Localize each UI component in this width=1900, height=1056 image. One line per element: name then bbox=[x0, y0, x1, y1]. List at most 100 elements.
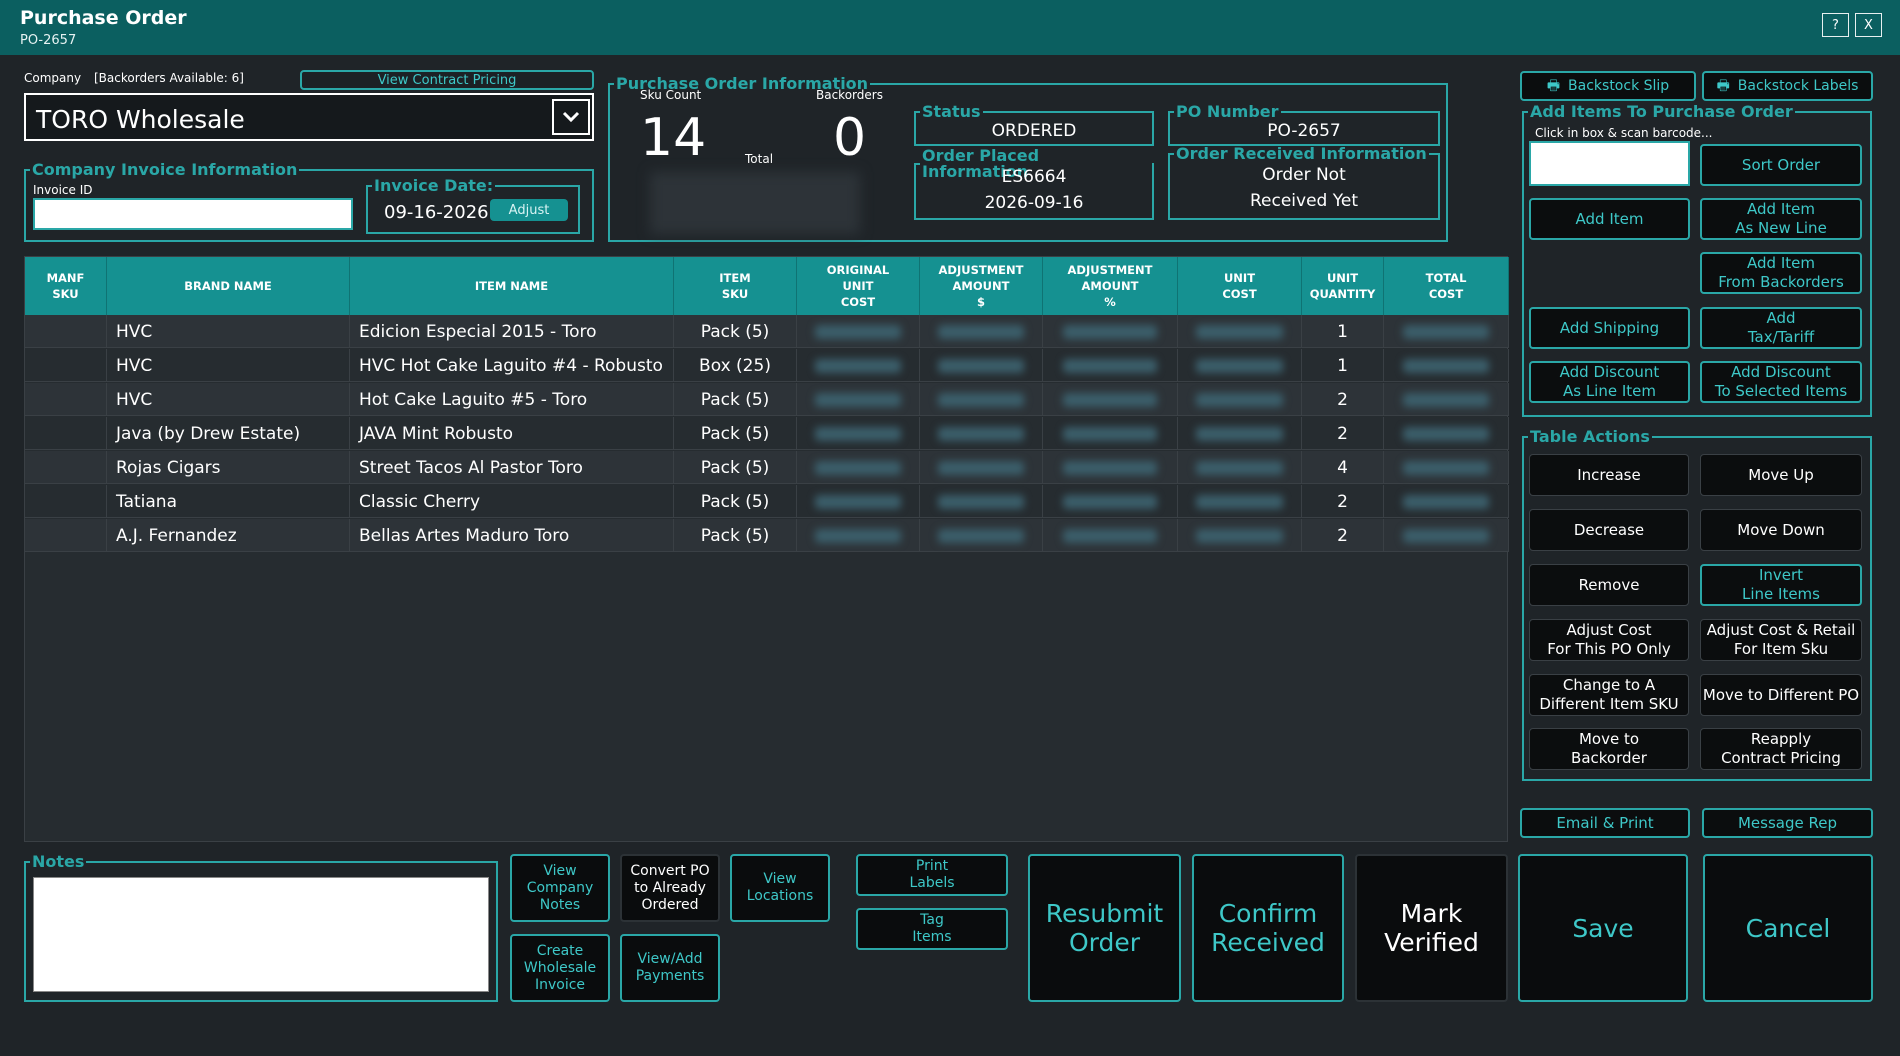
mark-verified-button[interactable]: Mark Verified bbox=[1355, 854, 1508, 1002]
backstock-slip-button[interactable]: 🖶 Backstock Slip bbox=[1520, 71, 1696, 101]
cancel-button[interactable]: Cancel bbox=[1703, 854, 1873, 1002]
help-button[interactable]: ? bbox=[1822, 13, 1849, 37]
table-row[interactable]: Tatiana Classic Cherry Pack (5) 2 bbox=[25, 485, 1509, 518]
column-header-line: TOTAL bbox=[1425, 271, 1467, 285]
cell-original-unit-cost bbox=[797, 519, 920, 552]
cell-adjustment-percent bbox=[1043, 383, 1178, 416]
redacted-value bbox=[1402, 324, 1490, 339]
adjust-date-button[interactable]: Adjust bbox=[490, 199, 568, 221]
print-labels-button[interactable]: Print Labels bbox=[856, 854, 1008, 896]
cell-item-name: Hot Cake Laguito #5 - Toro bbox=[350, 383, 674, 416]
view-contract-pricing-button[interactable]: View Contract Pricing bbox=[300, 70, 594, 90]
add-item-new-line-button[interactable]: Add Item As New Line bbox=[1700, 198, 1862, 240]
line-items-table[interactable]: MANF SKU BRAND NAME ITEM NAME ITEM SKU ORIGINA… bbox=[24, 256, 1509, 842]
create-invoice-l2: Wholesale bbox=[523, 959, 597, 976]
cell-item-sku: Pack (5) bbox=[674, 417, 797, 450]
table-row[interactable]: HVC Hot Cake Laguito #5 - Toro Pack (5) 2 bbox=[25, 383, 1509, 416]
adjust-cost-po-button[interactable]: Adjust Cost For This PO Only bbox=[1529, 619, 1689, 661]
confirm-l2: Received bbox=[1211, 928, 1325, 957]
column-header-manf-sku[interactable]: MANF SKU bbox=[25, 257, 107, 315]
table-row[interactable]: A.J. Fernandez Bellas Artes Maduro Toro Pa… bbox=[25, 519, 1509, 552]
move-up-button[interactable]: Move Up bbox=[1700, 454, 1862, 496]
column-header-text: MANF SKU bbox=[47, 270, 85, 302]
company-select[interactable]: TORO Wholesale bbox=[24, 93, 594, 141]
barcode-input[interactable] bbox=[1529, 141, 1690, 186]
column-header-item-sku[interactable]: ITEM SKU bbox=[674, 257, 797, 315]
backstock-labels-button[interactable]: 🖶 Backstock Labels bbox=[1702, 71, 1873, 101]
remove-button[interactable]: Remove bbox=[1529, 564, 1689, 606]
tag-items-button[interactable]: Tag Items bbox=[856, 908, 1008, 950]
view-locations-button[interactable]: View Locations bbox=[730, 854, 830, 922]
move-to-backorder-button[interactable]: Move to Backorder bbox=[1529, 728, 1689, 770]
sort-order-button[interactable]: Sort Order bbox=[1700, 144, 1862, 186]
table-row[interactable]: Rojas Cigars Street Tacos Al Pastor Toro P… bbox=[25, 451, 1509, 484]
column-header-adjustment-amount-percent[interactable]: ADJUSTMENT AMOUNT% bbox=[1043, 257, 1178, 315]
add-shipping-button[interactable]: Add Shipping bbox=[1529, 307, 1690, 349]
redacted-value bbox=[938, 324, 1024, 339]
table-row[interactable]: HVC Edicion Especial 2015 - Toro Pack (5) 1 bbox=[25, 315, 1509, 348]
cell-item-sku: Pack (5) bbox=[674, 315, 797, 348]
cell-adjustment-percent bbox=[1043, 315, 1178, 348]
convert-po-button[interactable]: Convert PO to Already Ordered bbox=[620, 854, 720, 922]
column-header-text: TOTAL COST bbox=[1426, 270, 1467, 302]
message-rep-button[interactable]: Message Rep bbox=[1702, 808, 1873, 838]
column-header-total-cost[interactable]: TOTAL COST bbox=[1384, 257, 1509, 315]
adjust-cost-retail-button[interactable]: Adjust Cost & Retail For Item Sku bbox=[1700, 619, 1862, 661]
column-header-line: ITEM bbox=[719, 271, 751, 285]
move-down-button[interactable]: Move Down bbox=[1700, 509, 1862, 551]
decrease-button[interactable]: Decrease bbox=[1529, 509, 1689, 551]
confirm-received-button[interactable]: Confirm Received bbox=[1192, 854, 1344, 1002]
column-header-original-unit-cost[interactable]: ORIGINAL UNIT COST bbox=[797, 257, 920, 315]
cell-manf-sku bbox=[25, 451, 107, 484]
table-row[interactable]: Java (by Drew Estate) JAVA Mint Robusto Pa… bbox=[25, 417, 1509, 450]
cell-total-cost bbox=[1384, 451, 1509, 484]
cell-brand-name: HVC bbox=[107, 349, 350, 382]
move-to-different-po-button[interactable]: Move to Different PO bbox=[1700, 674, 1862, 716]
redacted-value bbox=[938, 494, 1024, 509]
notes-textarea[interactable] bbox=[33, 877, 489, 992]
cell-unit-quantity: 1 bbox=[1302, 349, 1384, 382]
invert-l2: Line Items bbox=[1742, 585, 1820, 603]
cell-adjustment-percent bbox=[1043, 451, 1178, 484]
invoice-id-input[interactable] bbox=[33, 198, 353, 230]
change-item-sku-button[interactable]: Change to A Different Item SKU bbox=[1529, 674, 1689, 716]
column-header-line: AMOUNT bbox=[952, 279, 1010, 293]
add-discount-line-button[interactable]: Add Discount As Line Item bbox=[1529, 361, 1690, 403]
dropdown-toggle[interactable] bbox=[552, 99, 590, 135]
create-wholesale-invoice-button[interactable]: Create Wholesale Invoice bbox=[510, 934, 610, 1002]
cell-adjustment-dollar bbox=[920, 315, 1043, 348]
mark-verified-l2: Verified bbox=[1384, 928, 1479, 957]
add-discount-selected-button[interactable]: Add Discount To Selected Items bbox=[1700, 361, 1862, 403]
cell-unit-quantity: 1 bbox=[1302, 315, 1384, 348]
resubmit-order-button[interactable]: Resubmit Order bbox=[1028, 854, 1181, 1002]
printer-icon: 🖶 bbox=[1716, 77, 1730, 94]
cell-total-cost bbox=[1384, 519, 1509, 552]
view-add-payments-button[interactable]: View/Add Payments bbox=[620, 934, 720, 1002]
column-header-adjustment-amount-dollar[interactable]: ADJUSTMENT AMOUNT $ bbox=[920, 257, 1043, 315]
notes-legend: Notes bbox=[32, 852, 85, 871]
add-discount-line-l1: Add Discount bbox=[1559, 363, 1660, 381]
column-header-brand-name[interactable]: BRAND NAME bbox=[107, 257, 350, 315]
view-company-notes-button[interactable]: View Company Notes bbox=[510, 854, 610, 922]
invert-line-items-button[interactable]: Invert Line Items bbox=[1700, 564, 1862, 606]
reapply-contract-pricing-button[interactable]: Reapply Contract Pricing bbox=[1700, 728, 1862, 770]
increase-button[interactable]: Increase bbox=[1529, 454, 1689, 496]
add-item-button[interactable]: Add Item bbox=[1529, 198, 1690, 240]
cell-original-unit-cost bbox=[797, 485, 920, 518]
cell-item-sku: Pack (5) bbox=[674, 451, 797, 484]
column-header-unit-quantity[interactable]: UNIT QUANTITY bbox=[1302, 257, 1384, 315]
close-button[interactable]: X bbox=[1855, 13, 1882, 37]
order-received-line2: Received Yet bbox=[1249, 191, 1358, 211]
convert-po-l3: Ordered bbox=[641, 896, 699, 913]
create-invoice-l3: Invoice bbox=[534, 976, 586, 993]
cell-unit-quantity: 4 bbox=[1302, 451, 1384, 484]
add-from-backorders-button[interactable]: Add Item From Backorders bbox=[1700, 252, 1862, 294]
redacted-value bbox=[1402, 528, 1490, 543]
save-button[interactable]: Save bbox=[1518, 854, 1688, 1002]
table-row[interactable]: HVC HVC Hot Cake Laguito #4 - Robusto Box … bbox=[25, 349, 1509, 382]
column-header-unit-cost[interactable]: UNIT COST bbox=[1178, 257, 1302, 315]
add-tax-button[interactable]: Add Tax/Tariff bbox=[1700, 307, 1862, 349]
email-print-button[interactable]: Email & Print bbox=[1520, 808, 1690, 838]
purchase-order-window: Purchase Order PO-2657 ? X Company [Back… bbox=[0, 0, 1900, 1056]
column-header-item-name[interactable]: ITEM NAME bbox=[350, 257, 674, 315]
